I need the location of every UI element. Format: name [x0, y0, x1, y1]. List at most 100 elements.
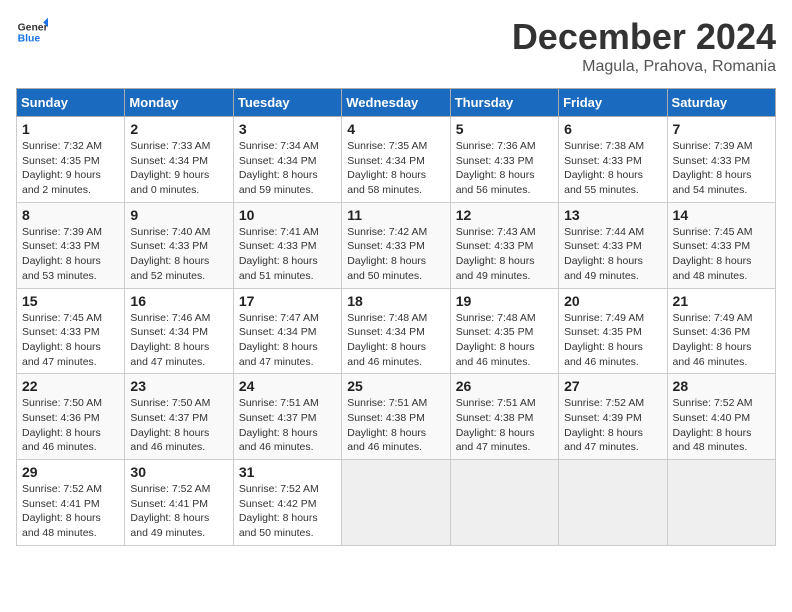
day-info: Sunrise: 7:39 AMSunset: 4:33 PMDaylight:…: [22, 225, 119, 284]
day-info: Sunrise: 7:45 AMSunset: 4:33 PMDaylight:…: [22, 311, 119, 370]
day-info: Sunrise: 7:44 AMSunset: 4:33 PMDaylight:…: [564, 225, 661, 284]
logo: General Blue: [16, 16, 48, 48]
location-title: Magula, Prahova, Romania: [512, 58, 776, 76]
day-number: 29: [22, 464, 119, 480]
table-row: 25 Sunrise: 7:51 AMSunset: 4:38 PMDaylig…: [342, 374, 450, 460]
svg-text:Blue: Blue: [18, 34, 41, 45]
table-row: [342, 460, 450, 546]
day-number: 5: [456, 121, 553, 137]
day-number: 14: [673, 207, 770, 223]
day-info: Sunrise: 7:52 AMSunset: 4:41 PMDaylight:…: [130, 482, 227, 541]
day-info: Sunrise: 7:35 AMSunset: 4:34 PMDaylight:…: [347, 139, 444, 198]
day-number: 27: [564, 378, 661, 394]
table-row: 21 Sunrise: 7:49 AMSunset: 4:36 PMDaylig…: [667, 288, 775, 374]
day-info: Sunrise: 7:52 AMSunset: 4:41 PMDaylight:…: [22, 482, 119, 541]
table-row: 28 Sunrise: 7:52 AMSunset: 4:40 PMDaylig…: [667, 374, 775, 460]
day-number: 6: [564, 121, 661, 137]
day-info: Sunrise: 7:51 AMSunset: 4:38 PMDaylight:…: [456, 396, 553, 455]
day-number: 16: [130, 293, 227, 309]
col-thursday: Thursday: [450, 89, 558, 117]
table-row: 7 Sunrise: 7:39 AMSunset: 4:33 PMDayligh…: [667, 117, 775, 203]
col-monday: Monday: [125, 89, 233, 117]
day-info: Sunrise: 7:52 AMSunset: 4:40 PMDaylight:…: [673, 396, 770, 455]
day-info: Sunrise: 7:42 AMSunset: 4:33 PMDaylight:…: [347, 225, 444, 284]
table-row: 10 Sunrise: 7:41 AMSunset: 4:33 PMDaylig…: [233, 202, 341, 288]
table-row: 20 Sunrise: 7:49 AMSunset: 4:35 PMDaylig…: [559, 288, 667, 374]
calendar-row: 15 Sunrise: 7:45 AMSunset: 4:33 PMDaylig…: [17, 288, 776, 374]
day-info: Sunrise: 7:38 AMSunset: 4:33 PMDaylight:…: [564, 139, 661, 198]
day-number: 26: [456, 378, 553, 394]
month-title: December 2024: [512, 16, 776, 58]
table-row: 15 Sunrise: 7:45 AMSunset: 4:33 PMDaylig…: [17, 288, 125, 374]
day-number: 2: [130, 121, 227, 137]
day-info: Sunrise: 7:36 AMSunset: 4:33 PMDaylight:…: [456, 139, 553, 198]
day-number: 8: [22, 207, 119, 223]
day-info: Sunrise: 7:46 AMSunset: 4:34 PMDaylight:…: [130, 311, 227, 370]
day-number: 4: [347, 121, 444, 137]
col-tuesday: Tuesday: [233, 89, 341, 117]
table-row: 5 Sunrise: 7:36 AMSunset: 4:33 PMDayligh…: [450, 117, 558, 203]
day-info: Sunrise: 7:41 AMSunset: 4:33 PMDaylight:…: [239, 225, 336, 284]
day-number: 21: [673, 293, 770, 309]
day-info: Sunrise: 7:45 AMSunset: 4:33 PMDaylight:…: [673, 225, 770, 284]
table-row: 2 Sunrise: 7:33 AMSunset: 4:34 PMDayligh…: [125, 117, 233, 203]
table-row: 31 Sunrise: 7:52 AMSunset: 4:42 PMDaylig…: [233, 460, 341, 546]
table-row: [667, 460, 775, 546]
calendar-table: Sunday Monday Tuesday Wednesday Thursday…: [16, 88, 776, 546]
table-row: 4 Sunrise: 7:35 AMSunset: 4:34 PMDayligh…: [342, 117, 450, 203]
day-info: Sunrise: 7:48 AMSunset: 4:34 PMDaylight:…: [347, 311, 444, 370]
day-number: 22: [22, 378, 119, 394]
calendar-row: 22 Sunrise: 7:50 AMSunset: 4:36 PMDaylig…: [17, 374, 776, 460]
col-wednesday: Wednesday: [342, 89, 450, 117]
table-row: 29 Sunrise: 7:52 AMSunset: 4:41 PMDaylig…: [17, 460, 125, 546]
table-row: [450, 460, 558, 546]
day-number: 31: [239, 464, 336, 480]
table-row: 23 Sunrise: 7:50 AMSunset: 4:37 PMDaylig…: [125, 374, 233, 460]
col-sunday: Sunday: [17, 89, 125, 117]
table-row: [559, 460, 667, 546]
day-number: 25: [347, 378, 444, 394]
day-info: Sunrise: 7:34 AMSunset: 4:34 PMDaylight:…: [239, 139, 336, 198]
day-info: Sunrise: 7:50 AMSunset: 4:36 PMDaylight:…: [22, 396, 119, 455]
day-number: 19: [456, 293, 553, 309]
day-number: 23: [130, 378, 227, 394]
table-row: 16 Sunrise: 7:46 AMSunset: 4:34 PMDaylig…: [125, 288, 233, 374]
logo-icon: General Blue: [16, 16, 48, 48]
col-friday: Friday: [559, 89, 667, 117]
table-row: 1 Sunrise: 7:32 AMSunset: 4:35 PMDayligh…: [17, 117, 125, 203]
table-row: 3 Sunrise: 7:34 AMSunset: 4:34 PMDayligh…: [233, 117, 341, 203]
day-number: 12: [456, 207, 553, 223]
table-row: 24 Sunrise: 7:51 AMSunset: 4:37 PMDaylig…: [233, 374, 341, 460]
day-info: Sunrise: 7:43 AMSunset: 4:33 PMDaylight:…: [456, 225, 553, 284]
day-number: 11: [347, 207, 444, 223]
day-info: Sunrise: 7:32 AMSunset: 4:35 PMDaylight:…: [22, 139, 119, 198]
day-info: Sunrise: 7:40 AMSunset: 4:33 PMDaylight:…: [130, 225, 227, 284]
day-info: Sunrise: 7:39 AMSunset: 4:33 PMDaylight:…: [673, 139, 770, 198]
table-row: 9 Sunrise: 7:40 AMSunset: 4:33 PMDayligh…: [125, 202, 233, 288]
day-info: Sunrise: 7:48 AMSunset: 4:35 PMDaylight:…: [456, 311, 553, 370]
day-number: 28: [673, 378, 770, 394]
day-info: Sunrise: 7:49 AMSunset: 4:35 PMDaylight:…: [564, 311, 661, 370]
day-number: 13: [564, 207, 661, 223]
day-number: 7: [673, 121, 770, 137]
day-info: Sunrise: 7:33 AMSunset: 4:34 PMDaylight:…: [130, 139, 227, 198]
day-number: 20: [564, 293, 661, 309]
col-saturday: Saturday: [667, 89, 775, 117]
day-number: 18: [347, 293, 444, 309]
table-row: 27 Sunrise: 7:52 AMSunset: 4:39 PMDaylig…: [559, 374, 667, 460]
header-row: Sunday Monday Tuesday Wednesday Thursday…: [17, 89, 776, 117]
day-number: 17: [239, 293, 336, 309]
day-number: 1: [22, 121, 119, 137]
table-row: 22 Sunrise: 7:50 AMSunset: 4:36 PMDaylig…: [17, 374, 125, 460]
table-row: 17 Sunrise: 7:47 AMSunset: 4:34 PMDaylig…: [233, 288, 341, 374]
day-info: Sunrise: 7:49 AMSunset: 4:36 PMDaylight:…: [673, 311, 770, 370]
title-area: December 2024 Magula, Prahova, Romania: [512, 16, 776, 76]
table-row: 19 Sunrise: 7:48 AMSunset: 4:35 PMDaylig…: [450, 288, 558, 374]
calendar-row: 29 Sunrise: 7:52 AMSunset: 4:41 PMDaylig…: [17, 460, 776, 546]
calendar-row: 1 Sunrise: 7:32 AMSunset: 4:35 PMDayligh…: [17, 117, 776, 203]
table-row: 11 Sunrise: 7:42 AMSunset: 4:33 PMDaylig…: [342, 202, 450, 288]
table-row: 6 Sunrise: 7:38 AMSunset: 4:33 PMDayligh…: [559, 117, 667, 203]
day-info: Sunrise: 7:51 AMSunset: 4:38 PMDaylight:…: [347, 396, 444, 455]
table-row: 18 Sunrise: 7:48 AMSunset: 4:34 PMDaylig…: [342, 288, 450, 374]
table-row: 13 Sunrise: 7:44 AMSunset: 4:33 PMDaylig…: [559, 202, 667, 288]
